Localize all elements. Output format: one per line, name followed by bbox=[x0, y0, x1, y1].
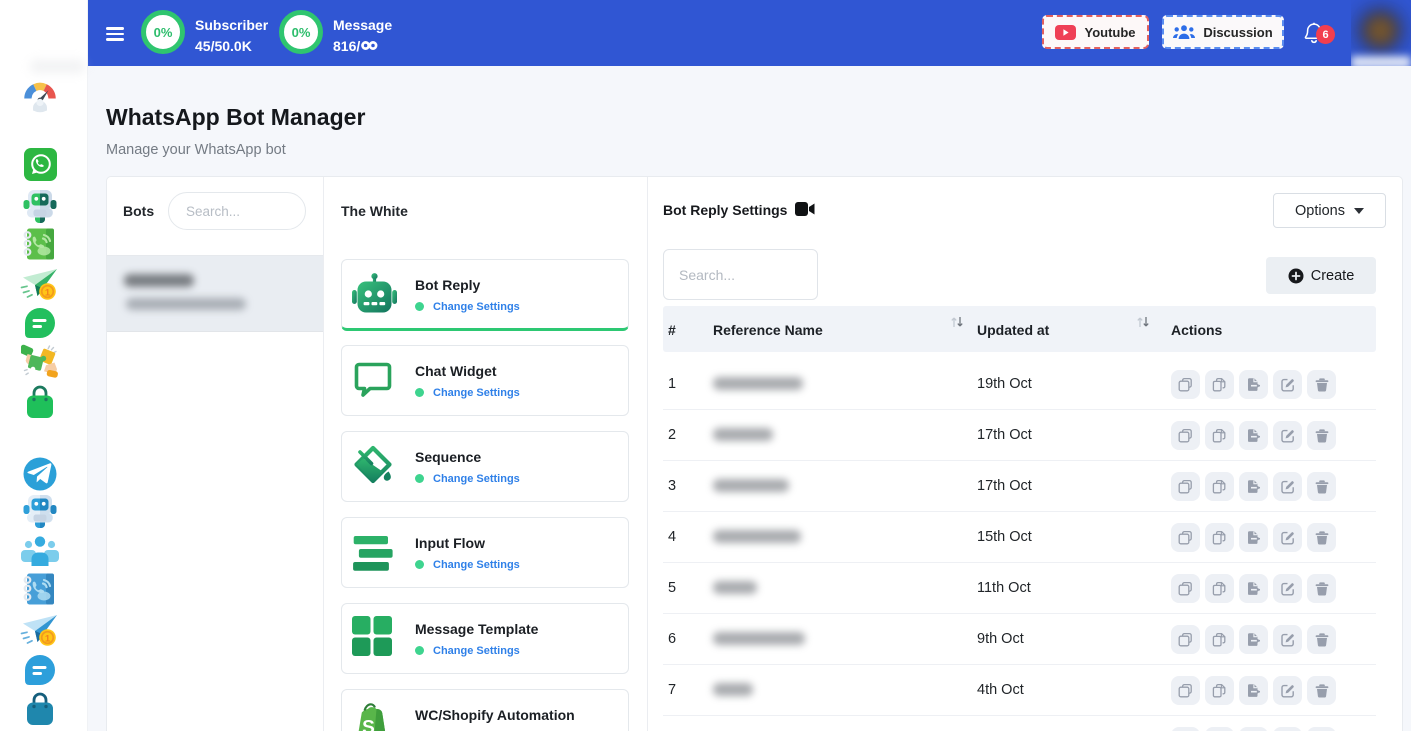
svg-text:1: 1 bbox=[45, 288, 51, 299]
svg-text:1: 1 bbox=[45, 633, 51, 644]
svg-text:S: S bbox=[362, 718, 375, 731]
